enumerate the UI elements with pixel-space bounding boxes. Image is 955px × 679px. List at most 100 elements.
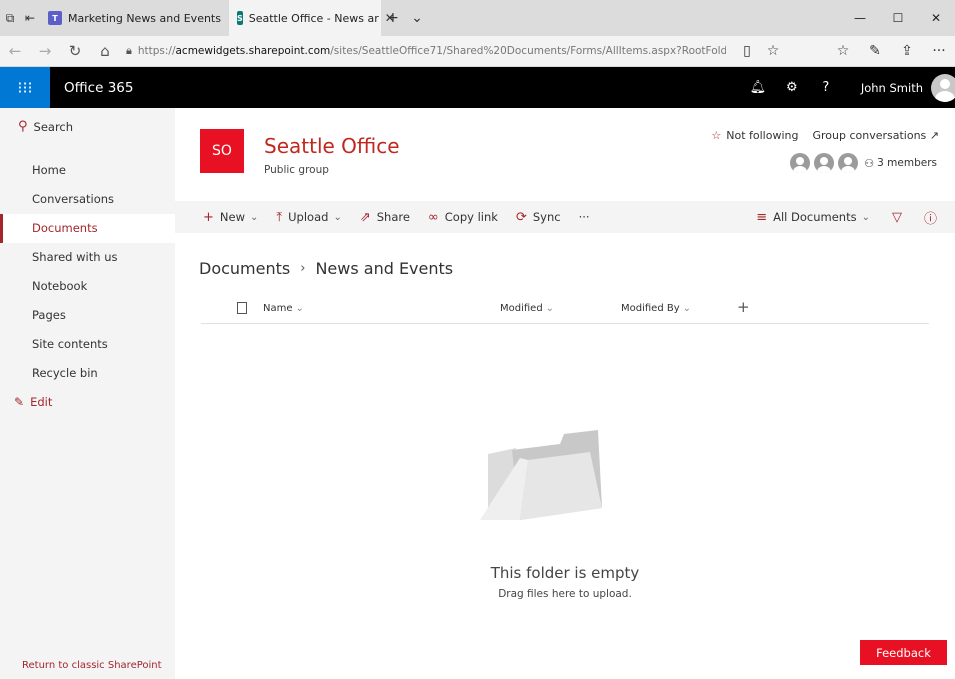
member-avatar: [790, 153, 811, 173]
lock-icon: 🔒︎: [126, 44, 132, 57]
window-controls: — ☐ ✕: [841, 0, 955, 36]
link-icon: ∞: [427, 209, 439, 225]
user-name[interactable]: John Smith: [861, 81, 923, 95]
suite-brand[interactable]: Office 365: [64, 80, 133, 96]
breadcrumb: Documents › News and Events: [199, 259, 453, 278]
tab-marketing[interactable]: T Marketing News and Events: [40, 0, 229, 36]
set-aside-tabs-icon[interactable]: ⇤: [20, 0, 40, 36]
close-window-icon[interactable]: ✕: [917, 0, 955, 36]
chevron-down-icon: ⌄: [250, 211, 259, 223]
upload-button[interactable]: ⤒ Upload ⌄: [276, 210, 341, 225]
teams-favicon-icon: T: [48, 11, 62, 25]
group-conversations-link[interactable]: Group conversations ↗: [812, 129, 939, 142]
empty-folder-icon: [480, 430, 602, 520]
chevron-down-icon: ⌄: [333, 211, 342, 223]
members-count: 3 members: [877, 157, 937, 169]
site-title[interactable]: Seattle Office: [264, 134, 400, 158]
member-avatar: [814, 153, 835, 173]
nav-item-documents[interactable]: Documents: [0, 214, 175, 243]
empty-state-subtitle: Drag files here to upload.: [498, 588, 632, 600]
back-icon[interactable]: ←: [0, 42, 30, 60]
settings-gear-icon[interactable]: ⚙: [775, 80, 809, 95]
home-icon[interactable]: ⌂: [90, 42, 120, 60]
refresh-icon[interactable]: ↻: [60, 42, 90, 60]
maximize-icon[interactable]: ☐: [879, 0, 917, 36]
edit-nav-link[interactable]: ✎ Edit: [0, 388, 175, 416]
members-bar[interactable]: ⚇ 3 members: [790, 153, 937, 173]
sync-label: Sync: [532, 210, 561, 224]
person-icon: ⚇: [864, 156, 875, 170]
notifications-bell-icon[interactable]: 🔔︎: [741, 80, 775, 95]
minimize-icon[interactable]: —: [841, 0, 879, 36]
left-navigation: ⚲ Search Home Conversations Documents Sh…: [0, 108, 175, 679]
favorites-hub-icon[interactable]: ☆: [827, 43, 859, 59]
follow-star-icon[interactable]: ☆: [711, 129, 721, 142]
app-launcher-icon[interactable]: ⁝⁝⁝: [0, 67, 50, 108]
tab-title: Seattle Office - News ar: [248, 11, 379, 25]
view-switcher[interactable]: ≡ All Documents ⌄: [756, 210, 870, 225]
return-to-classic-link[interactable]: Return to classic SharePoint: [22, 660, 162, 671]
nav-item-recycle-bin[interactable]: Recycle bin: [0, 359, 175, 388]
browser-tabstrip: ⧉ ⇤ T Marketing News and Events S Seattl…: [0, 0, 955, 36]
url-host: acmewidgets.sharepoint.com: [175, 45, 331, 57]
column-modified-by-label: Modified By: [621, 303, 680, 314]
new-button[interactable]: + New ⌄: [203, 210, 258, 225]
info-icon[interactable]: ⓘ: [924, 208, 937, 227]
nav-item-conversations[interactable]: Conversations: [0, 185, 175, 214]
chevron-down-icon: ⌄: [545, 303, 555, 314]
filter-icon[interactable]: ▽: [892, 210, 902, 225]
address-bar[interactable]: 🔒︎ https:// acmewidgets.sharepoint.com /…: [126, 44, 726, 58]
column-name[interactable]: Name ⌄: [263, 303, 304, 314]
nav-list: Home Conversations Documents Shared with…: [0, 156, 175, 388]
new-label: New: [219, 210, 245, 224]
site-subtitle: Public group: [264, 164, 329, 176]
chevron-down-icon: ⌄: [295, 303, 304, 314]
user-avatar[interactable]: [931, 73, 955, 102]
nav-item-pages[interactable]: Pages: [0, 301, 175, 330]
breadcrumb-current: News and Events: [315, 259, 454, 278]
breadcrumb-root[interactable]: Documents: [199, 259, 290, 278]
sync-button[interactable]: ⟳ Sync: [516, 210, 561, 225]
more-commands-button[interactable]: ···: [579, 210, 590, 224]
tab-title: Marketing News and Events: [68, 11, 221, 25]
upload-icon: ⤒: [276, 209, 283, 225]
tab-preview-chevron-icon[interactable]: ⌄: [405, 0, 429, 36]
help-icon[interactable]: ?: [809, 80, 843, 95]
reading-view-icon[interactable]: ▯: [734, 43, 760, 59]
search-icon: ⚲: [18, 119, 28, 134]
nav-item-home[interactable]: Home: [0, 156, 175, 185]
share-page-icon[interactable]: ⇪: [891, 43, 923, 59]
favorite-star-icon[interactable]: ☆: [760, 43, 786, 59]
url-path: /sites/SeattleOffice71/Shared%20Document…: [330, 45, 726, 57]
nav-item-shared-with-us[interactable]: Shared with us: [0, 243, 175, 272]
sync-icon: ⟳: [515, 209, 527, 225]
edit-label: Edit: [30, 395, 53, 409]
plus-icon: +: [203, 209, 214, 225]
search-box[interactable]: ⚲ Search: [0, 108, 175, 134]
site-header: SO Seattle Office Public group ☆ Not fol…: [175, 108, 955, 201]
nav-item-site-contents[interactable]: Site contents: [0, 330, 175, 359]
main-content: SO Seattle Office Public group ☆ Not fol…: [175, 108, 955, 679]
share-button[interactable]: ⇗ Share: [360, 210, 410, 225]
site-logo[interactable]: SO: [200, 129, 244, 173]
more-options-icon[interactable]: ···: [923, 43, 955, 59]
feedback-button[interactable]: Feedback: [860, 640, 947, 665]
column-modified[interactable]: Modified ⌄: [500, 303, 554, 314]
document-type-icon[interactable]: [237, 302, 247, 314]
view-options-icon: ≡: [756, 209, 768, 225]
web-note-icon[interactable]: ✎: [859, 43, 891, 59]
new-tab-icon[interactable]: +: [381, 0, 405, 36]
sharepoint-favicon-icon: S: [236, 11, 243, 25]
command-bar: + New ⌄ ⤒ Upload ⌄ ⇗ Share ∞ Copy link ⟳…: [175, 201, 955, 233]
copy-link-label: Copy link: [444, 210, 498, 224]
copy-link-button[interactable]: ∞ Copy link: [428, 210, 498, 225]
breadcrumb-separator-icon: ›: [300, 261, 306, 276]
follow-button[interactable]: Not following: [726, 129, 798, 142]
column-modified-by[interactable]: Modified By ⌄: [621, 303, 691, 314]
tab-actions-icon[interactable]: ⧉: [0, 0, 20, 36]
forward-icon[interactable]: →: [30, 42, 60, 60]
tab-seattle-office[interactable]: S Seattle Office - News ar ✕: [228, 0, 395, 36]
add-column-icon[interactable]: +: [737, 298, 750, 316]
nav-item-notebook[interactable]: Notebook: [0, 272, 175, 301]
share-icon: ⇗: [359, 209, 371, 225]
